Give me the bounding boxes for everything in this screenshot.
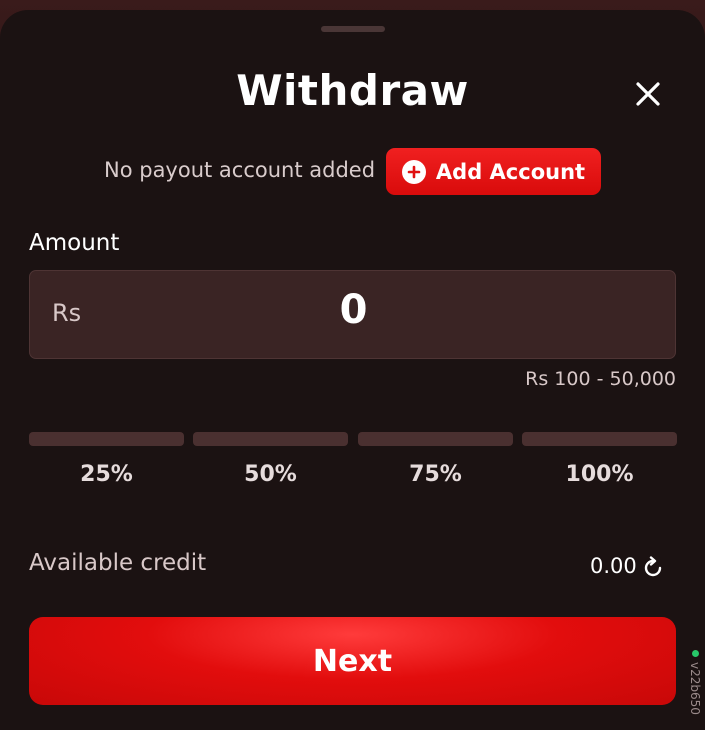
available-credit-label: Available credit bbox=[29, 550, 207, 576]
close-icon bbox=[636, 82, 660, 106]
close-button[interactable] bbox=[628, 74, 668, 114]
add-account-button[interactable]: Add Account bbox=[386, 148, 601, 195]
add-account-label: Add Account bbox=[435, 159, 586, 184]
preset-bar-75[interactable] bbox=[358, 432, 513, 446]
preset-50[interactable]: 50% bbox=[193, 462, 348, 487]
refresh-icon bbox=[644, 556, 662, 577]
amount-range: Rs 100 - 50,000 bbox=[525, 368, 676, 390]
preset-bar-25[interactable] bbox=[29, 432, 184, 446]
withdraw-sheet: Withdraw No payout account added Add Acc… bbox=[0, 10, 705, 730]
amount-value: 0 bbox=[339, 287, 368, 333]
preset-25[interactable]: 25% bbox=[29, 462, 184, 487]
available-credit-value: 0.00 bbox=[590, 554, 637, 578]
refresh-button[interactable] bbox=[640, 555, 666, 581]
plus-circle-icon bbox=[401, 159, 426, 184]
payout-row: No payout account added Add Account bbox=[0, 148, 705, 196]
preset-bar-50[interactable] bbox=[193, 432, 348, 446]
next-button[interactable]: Next bbox=[29, 617, 676, 705]
drag-handle[interactable] bbox=[321, 26, 385, 32]
preset-bars bbox=[29, 432, 677, 446]
version-text: v22b650 bbox=[688, 662, 702, 715]
version-watermark: v22b650 bbox=[688, 648, 704, 730]
status-dot-icon bbox=[692, 650, 699, 657]
dialog-title: Withdraw bbox=[236, 66, 469, 115]
amount-input[interactable]: Rs 0 bbox=[29, 270, 676, 359]
preset-75[interactable]: 75% bbox=[358, 462, 513, 487]
preset-bar-100[interactable] bbox=[522, 432, 677, 446]
amount-label: Amount bbox=[29, 230, 120, 256]
no-payout-message: No payout account added bbox=[104, 158, 376, 182]
preset-100[interactable]: 100% bbox=[522, 462, 677, 487]
